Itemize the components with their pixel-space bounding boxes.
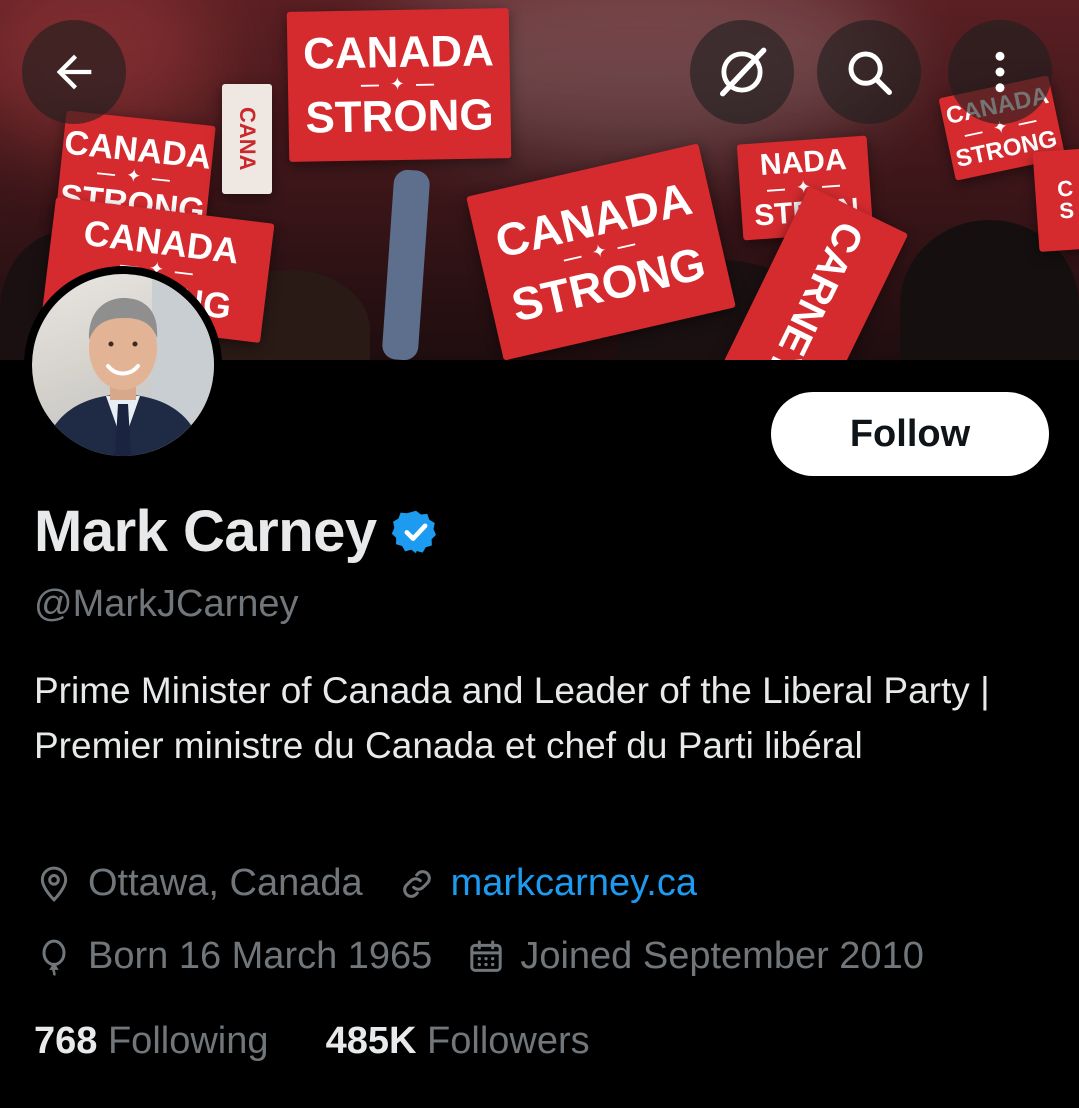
banner-sign-vertical: CANA: [222, 84, 272, 194]
banner-sign: CANADA— ✦ —STRONG: [286, 8, 512, 162]
followers-link[interactable]: 485K Followers: [326, 1020, 590, 1062]
location-pin-icon: [40, 866, 68, 902]
profile-birthdate: Born 16 March 1965: [88, 935, 433, 977]
profile-join-date: Joined September 2010: [520, 935, 924, 977]
avatar-photo: [32, 274, 214, 456]
verified-badge-icon[interactable]: [391, 507, 441, 557]
follow-button[interactable]: Follow: [771, 392, 1049, 476]
grok-icon: [720, 47, 767, 97]
following-link[interactable]: 768 Following: [34, 1020, 279, 1062]
back-button[interactable]: [22, 20, 126, 124]
followers-label: Followers: [427, 1020, 590, 1062]
balloon-icon: [42, 939, 66, 976]
profile-handle: @MarkJCarney: [34, 583, 299, 625]
more-button[interactable]: [948, 20, 1052, 124]
arrow-left-icon: [56, 54, 92, 90]
profile-bio: Prime Minister of Canada and Leader of t…: [34, 670, 990, 766]
profile-name-row: Mark Carney: [34, 498, 441, 565]
banner-sign: CS: [1032, 148, 1079, 252]
search-button[interactable]: [817, 20, 921, 124]
more-vertical-icon: [995, 51, 1005, 93]
followers-count: 485K: [325, 1020, 417, 1062]
display-name: Mark Carney: [34, 499, 377, 564]
profile-location: Ottawa, Canada: [88, 862, 363, 904]
following-count: 768: [34, 1020, 98, 1062]
profile-website-link[interactable]: markcarney.ca: [451, 862, 697, 905]
search-icon: [848, 51, 892, 95]
avatar[interactable]: [24, 266, 222, 464]
profile-stats: 768 Following 485K Followers: [34, 1020, 590, 1063]
grok-button[interactable]: [690, 20, 794, 124]
profile-meta-row-2: Born 16 March 1965 Joined September 2010: [34, 935, 924, 978]
profile-meta-row-1: Ottawa, Canada markcarney.ca: [34, 862, 697, 905]
following-label: Following: [107, 1020, 269, 1062]
calendar-icon: [470, 940, 502, 972]
link-icon: [402, 869, 431, 898]
